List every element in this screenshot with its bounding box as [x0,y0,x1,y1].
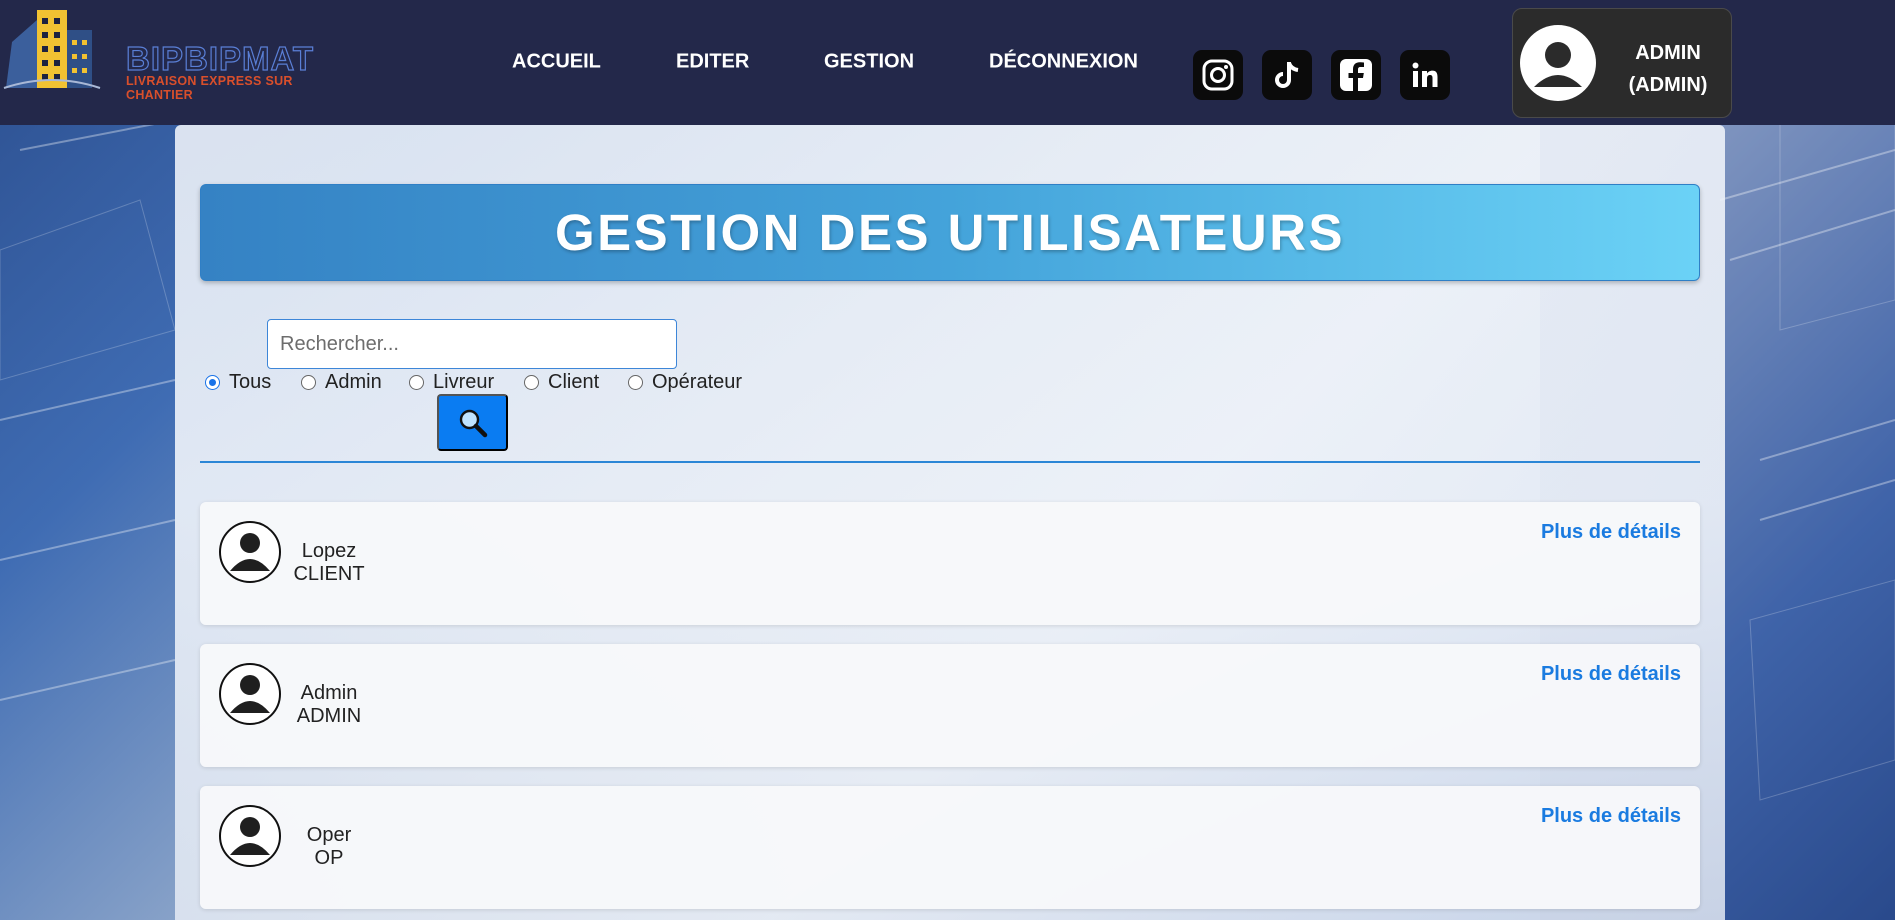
filter-tous[interactable]: Tous [205,371,271,394]
details-link[interactable]: Plus de détails [1541,663,1681,686]
brand-tagline: LIVRAISON EXPRESS SUR CHANTIER [126,74,293,102]
nav-item-editer[interactable]: EDITER [676,51,749,74]
user-role: CLIENT [293,563,365,585]
brand-name: BIPBIPMAT [125,39,315,77]
filter-label-operateur: Opérateur [652,371,743,393]
user-avatar-icon [219,663,281,725]
facebook-icon [1340,59,1372,93]
user-card: Lopez CLIENT Plus de détails [200,502,1700,625]
search-icon [459,409,487,437]
page-title: GESTION DES UTILISATEURS [554,204,1346,261]
tiktok-link[interactable] [1262,50,1312,100]
section-divider [200,461,1700,463]
radio-livreur[interactable] [409,375,424,390]
radio-client[interactable] [524,375,539,390]
filter-livreur[interactable]: Livreur [409,371,494,394]
filter-admin[interactable]: Admin [301,371,382,394]
tiktok-icon [1275,62,1299,88]
details-link[interactable]: Plus de détails [1541,805,1681,828]
details-link[interactable]: Plus de détails [1541,521,1681,544]
filter-label-tous: Tous [229,371,272,393]
user-info: Admin ADMIN [289,682,369,728]
user-avatar-icon [219,805,281,867]
user-info: Oper OP [289,824,369,870]
profile-username: ADMIN [1635,42,1701,64]
user-role: OP [314,847,344,869]
profile-name: ADMIN (ADMIN) [1613,37,1723,101]
instagram-link[interactable] [1193,50,1243,100]
search-input[interactable] [267,319,677,369]
facebook-link[interactable] [1331,50,1381,100]
building-logo-icon [3,10,101,89]
user-profile-card[interactable]: ADMIN (ADMIN) [1512,8,1732,118]
user-card: Oper OP Plus de détails [200,786,1700,909]
radio-operateur[interactable] [628,375,643,390]
filter-client[interactable]: Client [524,371,599,394]
top-navigation-bar: BIPBIPMAT LIVRAISON EXPRESS SUR CHANTIER… [0,0,1895,125]
user-info: Lopez CLIENT [289,540,369,586]
nav-item-deconnexion[interactable]: DÉCONNEXION [989,51,1138,74]
linkedin-link[interactable] [1400,50,1450,100]
nav-item-accueil[interactable]: ACCUEIL [512,51,601,74]
user-name: Oper [306,824,352,846]
filter-label-livreur: Livreur [433,371,495,393]
user-avatar-icon [1520,25,1596,101]
radio-admin[interactable] [301,375,316,390]
user-role: ADMIN [296,705,362,727]
linkedin-icon [1412,62,1438,87]
user-name: Lopez [301,540,357,562]
filter-label-client: Client [548,371,600,393]
profile-role: (ADMIN) [1628,74,1708,96]
filter-label-admin: Admin [325,371,382,393]
user-management-panel: GESTION DES UTILISATEURS Tous Admin Livr… [175,125,1725,920]
nav-item-gestion[interactable]: GESTION [824,51,914,74]
filter-operateur[interactable]: Opérateur [628,371,742,394]
page-title-banner: GESTION DES UTILISATEURS [200,184,1700,281]
search-button[interactable] [437,394,508,451]
instagram-icon [1202,59,1234,91]
radio-tous[interactable] [205,375,220,390]
brand-logo[interactable]: BIPBIPMAT LIVRAISON EXPRESS SUR CHANTIER [2,2,332,102]
user-avatar-icon [219,521,281,583]
user-card: Admin ADMIN Plus de détails [200,644,1700,767]
user-name: Admin [300,682,358,704]
